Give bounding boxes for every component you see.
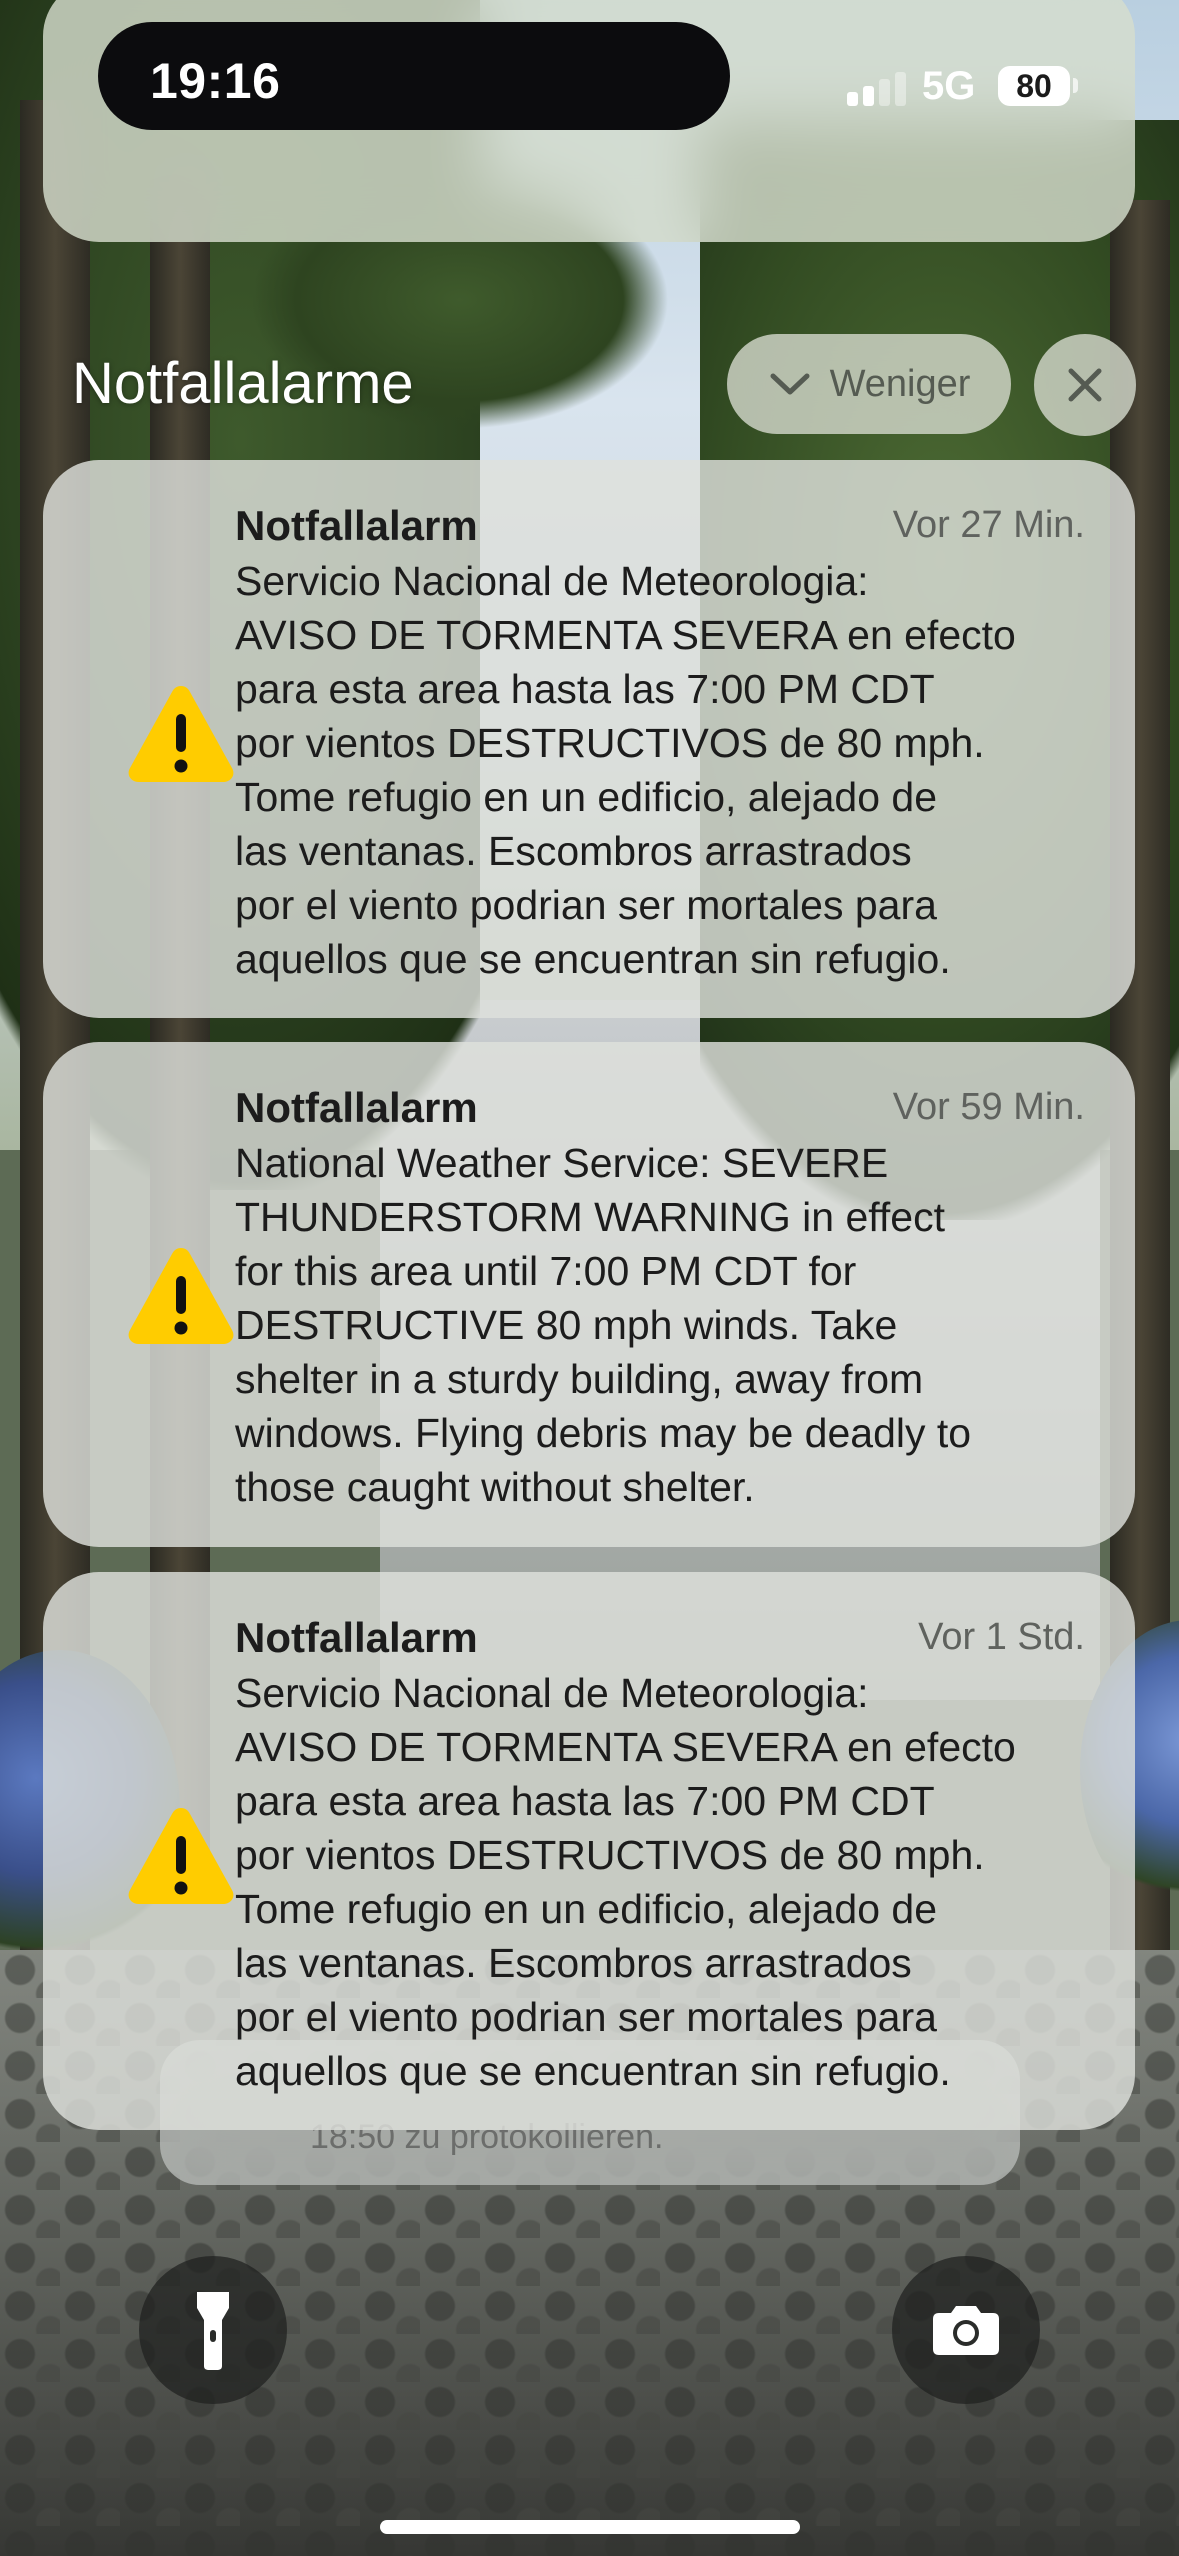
body-line: para esta area hasta las 7:00 PM CDT (235, 1778, 935, 1824)
notification-card[interactable]: Notfallalarm Vor 1 Std. Servicio Naciona… (43, 1572, 1135, 2130)
status-time: 19:16 (150, 53, 281, 109)
body-line: those caught without shelter. (235, 1464, 755, 1510)
battery-nub (1073, 78, 1078, 93)
body-line: Servicio Nacional de Meteorologia: (235, 1670, 869, 1716)
body-line: AVISO DE TORMENTA SEVERA en efecto (235, 1724, 1016, 1770)
body-line: para esta area hasta las 7:00 PM CDT (235, 666, 935, 712)
warning-triangle-icon (128, 686, 234, 782)
camera-button[interactable] (892, 2256, 1040, 2404)
body-line: Servicio Nacional de Meteorologia: (235, 558, 869, 604)
flashlight-icon (197, 2292, 229, 2370)
camera-icon (933, 2306, 999, 2355)
notification-app-name: Notfallalarm (235, 1084, 478, 1131)
body-line: DESTRUCTIVE 80 mph winds. Take (235, 1302, 898, 1348)
network-type: 5G (922, 64, 976, 108)
notification-body: National Weather Service: SEVERE THUNDER… (235, 1136, 1125, 1514)
body-line: Tome refugio en un edificio, alejado de (235, 774, 938, 820)
body-line: las ventanas. Escombros arrastrados (235, 828, 912, 874)
body-line: por vientos DESTRUCTIVOS de 80 mph. (235, 720, 985, 766)
body-line: shelter in a sturdy building, away from (235, 1356, 924, 1402)
cellular-signal-icon (847, 70, 909, 106)
body-line: AVISO DE TORMENTA SEVERA en efecto (235, 612, 1016, 658)
notification-timestamp: Vor 1 Std. (918, 1616, 1085, 1658)
warning-triangle-icon (128, 1808, 234, 1904)
notification-body: Servicio Nacional de Meteorologia: AVISO… (235, 554, 1125, 986)
body-line: for this area until 7:00 PM CDT for (235, 1248, 857, 1294)
battery-icon: 80 (998, 66, 1070, 106)
body-line: por el viento podrian ser mortales para (235, 1994, 937, 2040)
body-line: windows. Flying debris may be deadly to (235, 1410, 972, 1456)
notification-body: Servicio Nacional de Meteorologia: AVISO… (235, 1666, 1125, 2098)
body-line: por el viento podrian ser mortales para (235, 882, 937, 928)
body-line: aquellos que se encuentran sin refugio. (235, 936, 951, 982)
body-line: las ventanas. Escombros arrastrados (235, 1940, 912, 1986)
close-icon (1068, 368, 1102, 402)
body-line: por vientos DESTRUCTIVOS de 80 mph. (235, 1832, 985, 1878)
notification-group-title: Notfallalarme (72, 351, 414, 416)
notification-timestamp: Vor 27 Min. (892, 504, 1085, 546)
chevron-down-icon (770, 373, 810, 395)
show-less-button[interactable]: Weniger (727, 334, 1011, 434)
notification-timestamp: Vor 59 Min. (892, 1086, 1085, 1128)
warning-triangle-icon (128, 1248, 234, 1344)
home-indicator[interactable] (380, 2520, 800, 2534)
battery-level: 80 (1016, 68, 1052, 104)
body-line: Tome refugio en un edificio, alejado de (235, 1886, 938, 1932)
clear-group-button[interactable] (1034, 334, 1136, 436)
flashlight-button[interactable] (139, 2256, 287, 2404)
notification-card[interactable]: Notfallalarm Vor 27 Min. Servicio Nacion… (43, 460, 1135, 1018)
notification-app-name: Notfallalarm (235, 1614, 478, 1661)
notification-card[interactable]: Notfallalarm Vor 59 Min. National Weathe… (43, 1042, 1135, 1547)
body-line: National Weather Service: SEVERE (235, 1140, 889, 1186)
show-less-label: Weniger (829, 362, 971, 405)
body-line: aquellos que se encuentran sin refugio. (235, 2048, 951, 2094)
body-line: THUNDERSTORM WARNING in effect (235, 1194, 945, 1240)
notification-app-name: Notfallalarm (235, 502, 478, 549)
